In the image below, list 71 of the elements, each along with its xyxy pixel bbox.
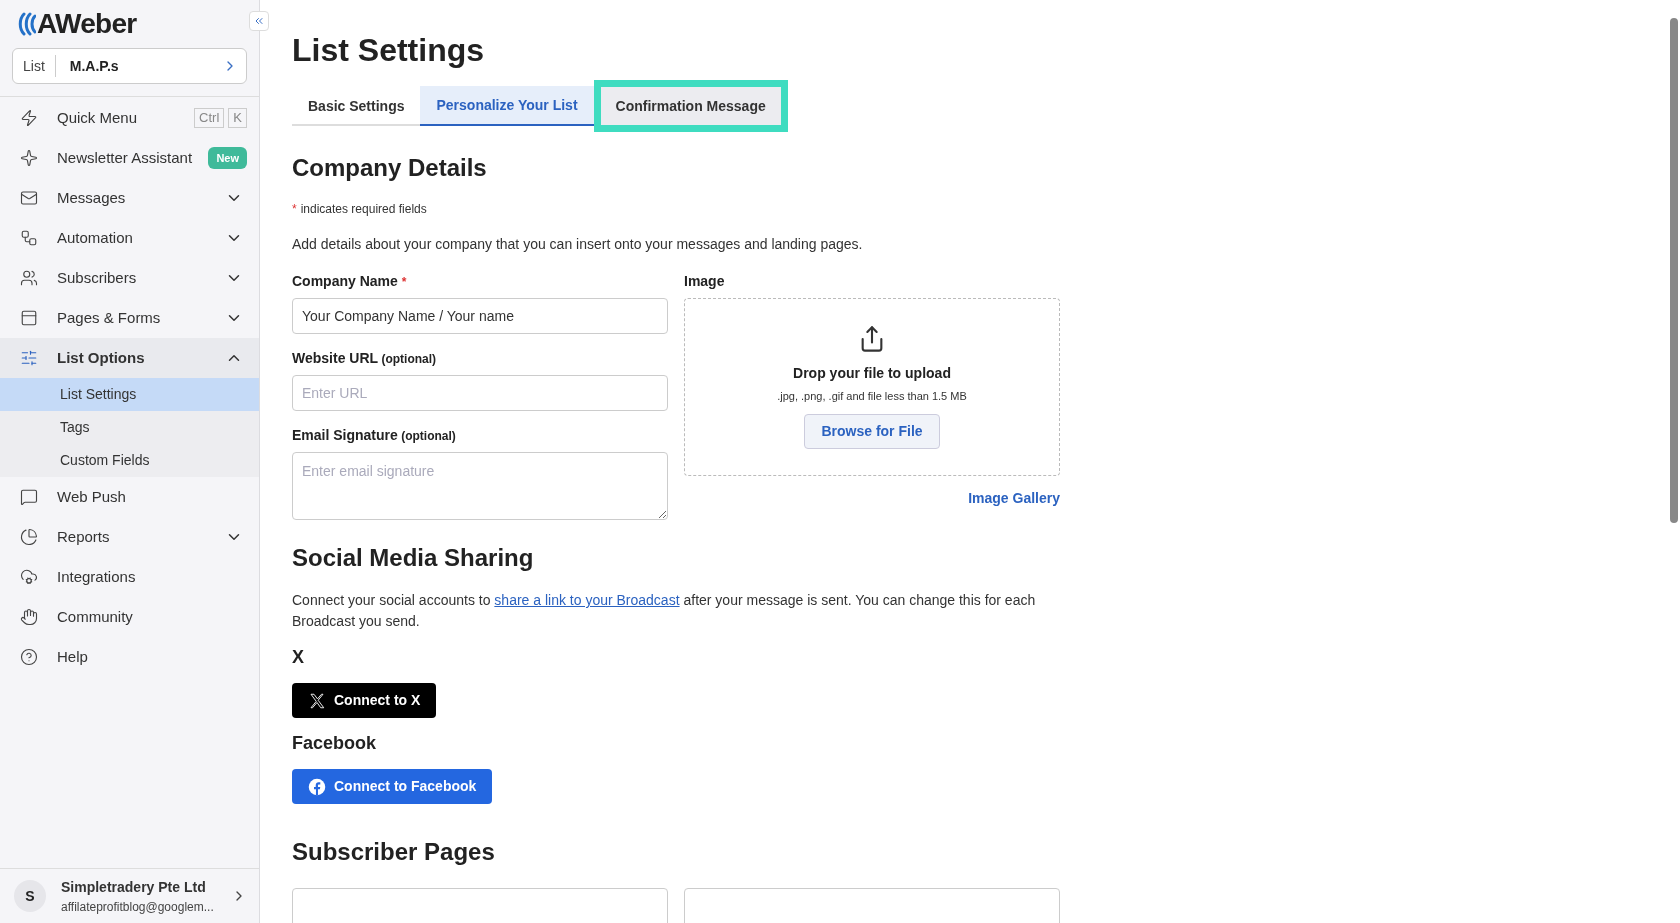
x-logo-icon <box>308 691 326 710</box>
tab[interactable]: Basic Settings <box>292 86 421 126</box>
nav-item[interactable]: Messages <box>0 178 259 218</box>
nav-item[interactable]: Quick Menu Ctrl K <box>0 98 259 138</box>
message-icon <box>20 488 38 506</box>
signature-field[interactable]: Enter email signature <box>292 452 668 520</box>
image-gallery-link[interactable]: Image Gallery <box>968 488 1060 509</box>
envelope-icon <box>20 189 38 207</box>
account-name: Simpletradery Pte Ltd <box>61 877 207 897</box>
broadcast-link[interactable]: share a link to your Broadcast <box>494 592 680 608</box>
pie-chart-icon <box>20 528 38 546</box>
nav-item[interactable]: Newsletter Assistant New <box>0 138 259 178</box>
nav-item[interactable]: Integrations <box>0 557 259 597</box>
new-badge: New <box>208 146 247 170</box>
sliders-icon <box>20 349 38 367</box>
upload-dropzone[interactable]: Drop your file to upload .jpg, .png, .gif and file less than 1.5 MB Browse for File <box>684 298 1060 476</box>
tab[interactable]: Personalize Your List <box>420 86 594 126</box>
hand-icon <box>20 608 38 626</box>
browse-button[interactable]: Browse for File <box>804 414 940 450</box>
facebook-logo-icon <box>308 777 326 796</box>
list-name: M.A.P.s <box>68 56 120 76</box>
list-selector[interactable]: List M.A.P.s <box>12 48 247 84</box>
field-label: Company Name <box>292 272 398 291</box>
required-mark: * <box>401 273 407 291</box>
nav-item[interactable]: Subscribers <box>0 258 259 298</box>
nav-item[interactable]: Web Push <box>0 477 259 517</box>
field-label: Website URL (optional) <box>292 349 437 368</box>
submenu-item[interactable]: Custom Fields <box>0 444 259 477</box>
logo-waves-icon <box>16 11 36 37</box>
required-note: indicates required fields <box>300 201 427 218</box>
lightning-icon <box>20 109 38 127</box>
section-heading: Social Media Sharing <box>292 543 535 573</box>
logo[interactable]: AWeber <box>37 3 137 45</box>
list-selector-label: List <box>13 55 56 77</box>
double-chevron-icon <box>253 15 265 27</box>
required-mark: * <box>292 201 297 218</box>
key-cap: Ctrl <box>194 108 225 128</box>
account-email: affilateprofitblog@googlem... <box>61 898 215 916</box>
submenu-item[interactable]: List Settings <box>0 378 259 411</box>
collapse-button[interactable] <box>249 11 269 31</box>
page-title: List Settings <box>292 31 485 70</box>
section-description: Connect your social accounts to share a link to your Broadcast after your message is sent. You can change this for each Broadcast you send. <box>292 591 1037 631</box>
account-switcher[interactable]: S Simpletradery Pte Ltd affilateprofitblog@googlem... <box>0 868 259 923</box>
text-field[interactable]: Enter URL <box>292 375 668 411</box>
page-icon <box>20 309 38 327</box>
nav-item[interactable]: Reports <box>0 517 259 557</box>
sparkle-icon <box>20 149 38 167</box>
nav-item[interactable]: Automation <box>0 218 259 258</box>
dropzone-title: Drop your file to upload <box>793 363 951 383</box>
submenu-item[interactable]: Tags <box>0 411 259 444</box>
network-label: X <box>292 646 304 669</box>
connect-facebook-button[interactable]: Connect to Facebook <box>292 769 493 804</box>
nav-item[interactable]: Help <box>0 637 259 677</box>
network-label: Facebook <box>292 732 377 755</box>
workflow-icon <box>20 229 38 247</box>
nav-item[interactable]: List Options <box>0 338 259 378</box>
field-label: Image <box>684 272 726 291</box>
text-field[interactable]: Your Company Name / Your name <box>292 298 668 334</box>
cloud-icon <box>20 568 38 586</box>
key-cap: K <box>228 108 247 128</box>
section-heading: Company Details <box>292 153 488 183</box>
dropzone-note: .jpg, .png, .gif and file less than 1.5 MB <box>777 388 967 404</box>
avatar: S <box>14 880 46 912</box>
help-icon <box>20 648 38 666</box>
field-label: Email Signature (optional) <box>292 426 456 445</box>
nav-item[interactable]: Pages & Forms <box>0 298 259 338</box>
section-heading: Subscriber Pages <box>292 837 496 867</box>
connect-x-button[interactable]: Connect to X <box>292 683 437 718</box>
section-description: Add details about your company that you can insert onto your messages and landing pages. <box>292 235 864 254</box>
nav-item[interactable]: Community <box>0 597 259 637</box>
people-icon <box>20 269 38 287</box>
